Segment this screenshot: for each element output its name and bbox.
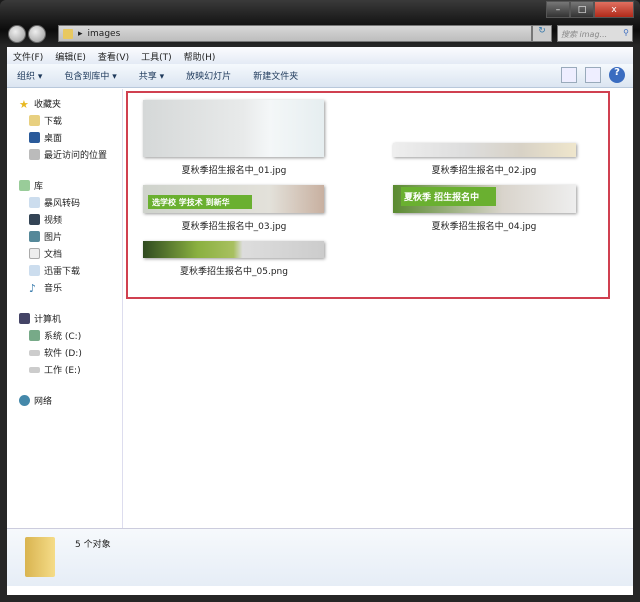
folder-icon [25,537,55,577]
sidebar-label: 计算机 [34,315,62,325]
menu-view[interactable]: 查看(V) [98,50,129,63]
search-placeholder: 搜索 imag... [561,30,608,39]
download-folder-icon [29,115,40,126]
search-icon: ⚲ [623,28,629,37]
sidebar-item-drive-e[interactable]: 工作 (E:) [7,361,122,378]
library-folder-icon [29,197,40,208]
recent-places-icon [29,149,40,160]
sidebar-label: 图片 [44,233,63,243]
new-folder-button[interactable]: 新建文件夹 [253,69,298,82]
sidebar-item-music[interactable]: ♪ 音乐 [7,279,122,296]
sidebar-item-videos[interactable]: 视频 [7,211,122,228]
sidebar-label: 桌面 [44,134,63,144]
file-thumbnail-02[interactable] [393,143,576,157]
sidebar-libraries[interactable]: 库 [7,177,122,194]
sidebar-label: 网络 [34,397,53,407]
sidebar-network[interactable]: 网络 [7,392,122,409]
system-drive-icon [29,330,40,341]
drive-icon [29,349,40,356]
file-name[interactable]: 夏秋季招生报名中_04.jpg [384,219,584,232]
video-icon [29,214,40,225]
sidebar-label: 暴风转码 [44,199,81,209]
forward-button[interactable] [28,25,46,43]
view-options-button[interactable] [561,67,577,83]
sidebar-item-drive-d[interactable]: 软件 (D:) [7,344,122,361]
window-frame: – □ x ▸ images ↻ 搜索 imag... ⚲ 文件(F) 编辑(E)… [0,0,640,602]
sidebar-label: 下载 [44,117,63,127]
sidebar-label: 工作 (E:) [44,366,81,376]
sidebar-label: 迅雷下载 [44,267,81,277]
item-count: 5 个对象 [75,540,111,550]
share-button[interactable]: 共享 ▾ [139,69,164,82]
sidebar-item-recent[interactable]: 最近访问的位置 [7,146,122,163]
file-thumbnail-05[interactable] [143,241,324,258]
include-in-library-button[interactable]: 包含到库中 ▾ [64,69,116,82]
file-thumbnail-03[interactable]: 选学校 学技术 到新华 [143,185,324,213]
music-icon: ♪ [29,282,37,295]
file-name[interactable]: 夏秋季招生报名中_02.jpg [384,163,584,176]
folder-icon [63,28,73,39]
documents-icon [29,248,40,259]
sidebar-item-xunlei[interactable]: 迅雷下载 [7,262,122,279]
library-icon [19,180,30,191]
sidebar-label: 软件 (D:) [44,349,82,359]
address-bar[interactable]: ▸ images [58,25,532,42]
organize-button[interactable]: 组织 ▾ [17,69,42,82]
details-pane: 5 个对象 [7,528,633,586]
file-name[interactable]: 夏秋季招生报名中_01.jpg [134,163,334,176]
banner-text: 选学校 学技术 到新华 [148,195,252,209]
navigation-pane: ★ 收藏夹 下载 桌面 最近访问的位置 库 暴风转码 视频 图片 文档 迅雷下载 … [7,89,123,528]
sidebar-label: 最近访问的位置 [44,151,108,161]
sidebar-computer[interactable]: 计算机 [7,310,122,327]
sidebar-item-downloads[interactable]: 下载 [7,112,122,129]
file-thumbnail-04[interactable]: 夏秋季 招生报名中 [393,185,576,213]
menu-help[interactable]: 帮助(H) [184,50,216,63]
sidebar-item-baofeng[interactable]: 暴风转码 [7,194,122,211]
menu-tools[interactable]: 工具(T) [141,50,172,63]
menu-edit[interactable]: 编辑(E) [55,50,86,63]
sidebar-favorites[interactable]: ★ 收藏夹 [7,95,122,112]
sidebar-label: 收藏夹 [34,100,62,110]
back-button[interactable] [8,25,26,43]
slideshow-button[interactable]: 放映幻灯片 [186,69,231,82]
sidebar-label: 库 [34,182,44,192]
help-icon[interactable]: ? [609,67,625,83]
file-list: 夏秋季招生报名中_01.jpg 夏秋季招生报名中_02.jpg 选学校 学技术 … [124,89,633,528]
sidebar-label: 视频 [44,216,63,226]
close-button[interactable]: x [594,1,634,18]
sidebar-label: 文档 [44,250,63,260]
address-path: images [87,28,121,39]
computer-icon [19,313,30,324]
file-name[interactable]: 夏秋季招生报名中_03.jpg [134,219,334,232]
preview-pane-button[interactable] [585,67,601,83]
pictures-icon [29,231,40,242]
menu-file[interactable]: 文件(F) [13,50,43,63]
star-icon: ★ [19,98,29,111]
sidebar-label: 系统 (C:) [44,332,82,342]
sidebar-label: 音乐 [44,284,63,294]
sidebar-item-pictures[interactable]: 图片 [7,228,122,245]
drive-icon [29,366,40,373]
minimize-button[interactable]: – [546,1,570,18]
refresh-button[interactable]: ↻ [532,25,552,42]
chevron-right-icon: ▸ [78,28,83,39]
sidebar-item-desktop[interactable]: 桌面 [7,129,122,146]
library-folder-icon [29,265,40,276]
maximize-button[interactable]: □ [570,1,594,18]
desktop-icon [29,132,40,143]
banner-text: 夏秋季 招生报名中 [401,187,496,206]
sidebar-item-drive-c[interactable]: 系统 (C:) [7,327,122,344]
file-thumbnail-01[interactable] [143,100,324,157]
network-icon [19,395,30,406]
sidebar-item-documents[interactable]: 文档 [7,245,122,262]
search-input[interactable]: 搜索 imag... ⚲ [557,25,633,42]
file-name[interactable]: 夏秋季招生报名中_05.png [134,264,334,277]
